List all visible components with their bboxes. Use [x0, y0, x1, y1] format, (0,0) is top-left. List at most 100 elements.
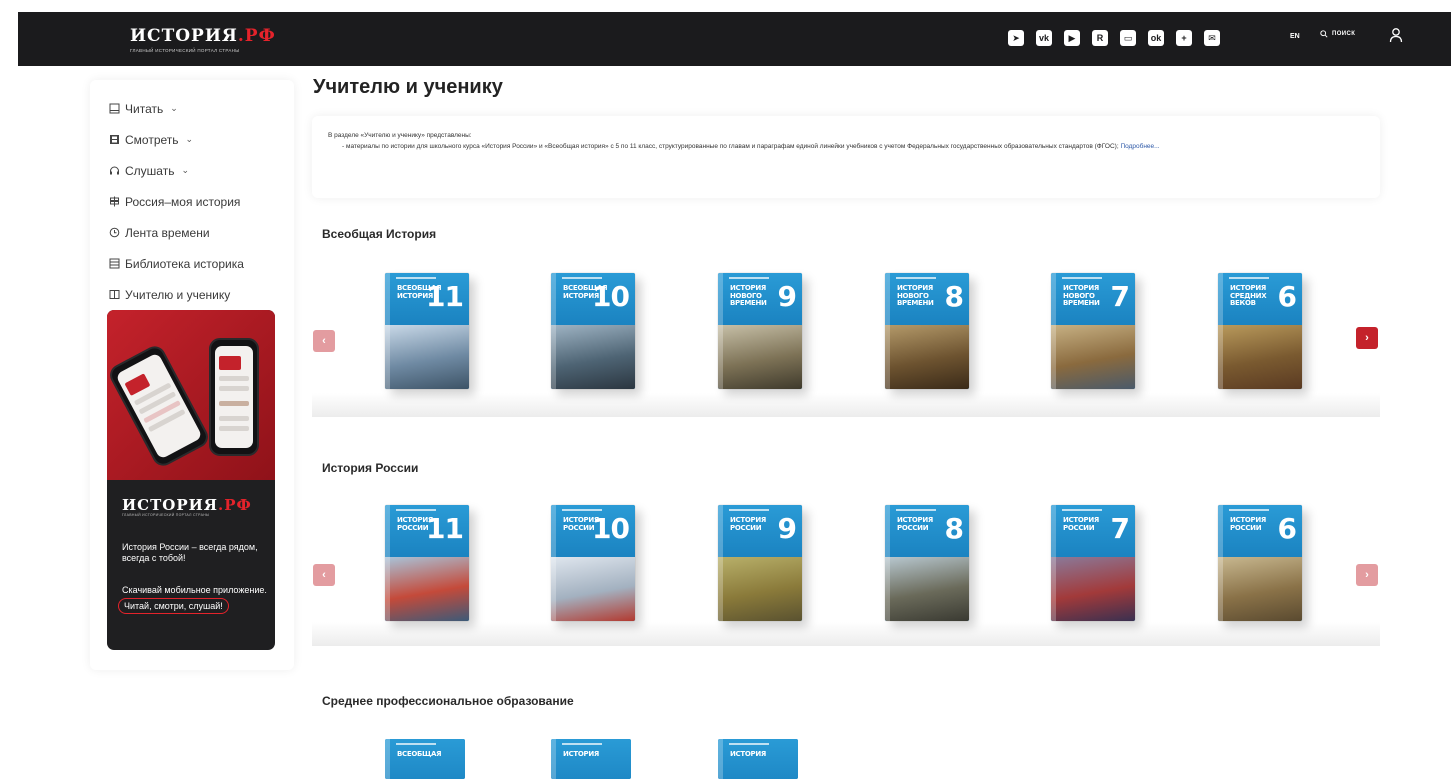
- intro-box: В разделе «Учителю и ученику» представле…: [312, 116, 1380, 198]
- book-title: ИСТОРИЯ СРЕДНИХ ВЕКОВ: [1230, 284, 1267, 307]
- search-label: ПОИСК: [1332, 31, 1356, 37]
- book-cover[interactable]: ИСТОРИЯ РОССИИ 6: [1218, 505, 1302, 621]
- search-button[interactable]: ПОИСК: [1320, 30, 1355, 38]
- video-icon[interactable]: ▭: [1120, 30, 1136, 46]
- book-icon: [108, 103, 120, 115]
- sidebar-item-label: Библиотека историка: [125, 256, 244, 271]
- logo-rf: .РФ: [237, 26, 276, 46]
- book-illustration: [551, 557, 635, 621]
- book-cover-header: [718, 739, 798, 779]
- phone-image: [209, 338, 259, 456]
- book-cover[interactable]: ВСЕОБЩАЯ ИСТОРИЯ 11: [385, 273, 469, 389]
- promo-logo-text: ИСТОРИЯ: [122, 496, 219, 514]
- book-authors-line: [562, 277, 602, 279]
- sidebar-item-read[interactable]: Читать ⌄: [108, 93, 244, 124]
- book-grade: 9: [777, 280, 798, 313]
- carousel-next-button[interactable]: ›: [1356, 564, 1378, 586]
- book-title: ИСТОРИЯ НОВОГО ВРЕМЕНИ: [730, 284, 767, 307]
- promo-logo: ИСТОРИЯ.РФ: [122, 496, 252, 514]
- book-grade: 6: [1277, 512, 1298, 545]
- site-logo[interactable]: ИСТОРИЯ.РФ главный исторический портал с…: [130, 26, 276, 53]
- book-title: ВСЕОБЩАЯ: [397, 750, 442, 758]
- sidebar-item-label: Лента времени: [125, 225, 210, 240]
- sidebar-item-library[interactable]: Библиотека историка: [108, 248, 244, 279]
- sidebar-item-russia[interactable]: Россия–моя история: [108, 186, 244, 217]
- book-title: ИСТОРИЯ НОВОГО ВРЕМЕНИ: [1063, 284, 1100, 307]
- section-title: Среднее профессиональное образование: [322, 694, 574, 708]
- book-illustration: [1218, 325, 1302, 389]
- dzen-icon[interactable]: ▶: [1064, 30, 1080, 46]
- ok-icon[interactable]: ok: [1148, 30, 1164, 46]
- user-icon[interactable]: [1389, 27, 1403, 48]
- book-title: ИСТОРИЯ: [730, 750, 767, 758]
- logo-subtitle: главный исторический портал страны: [130, 48, 240, 53]
- book-title: ИСТОРИЯ РОССИИ: [730, 516, 767, 532]
- book-illustration: [885, 325, 969, 389]
- book-illustration: [385, 557, 469, 621]
- book-cover[interactable]: ИСТОРИЯ РОССИИ 7: [1051, 505, 1135, 621]
- sidebar-item-listen[interactable]: Слушать ⌄: [108, 155, 244, 186]
- more-link[interactable]: Подробнее...: [1120, 143, 1159, 150]
- intro-lead: В разделе «Учителю и ученику» представле…: [328, 132, 472, 139]
- telegram-icon[interactable]: ➤: [1008, 30, 1024, 46]
- book-cover[interactable]: ИСТОРИЯ НОВОГО ВРЕМЕНИ 7: [1051, 273, 1135, 389]
- logo-text: ИСТОРИЯ: [130, 26, 238, 46]
- carousel-next-button[interactable]: ›: [1356, 327, 1378, 349]
- sidebar-item-teacher[interactable]: Учителю и ученику: [108, 279, 244, 310]
- book-cover[interactable]: ВСЕОБЩАЯ: [385, 739, 465, 779]
- section-title: Всеобщая История: [322, 227, 437, 241]
- book-illustration: [1218, 557, 1302, 621]
- library-icon: [108, 258, 120, 270]
- book-authors-line: [729, 277, 769, 279]
- section-title: История России: [322, 461, 419, 475]
- signpost-icon: [108, 196, 120, 208]
- book-grade: 11: [426, 512, 464, 545]
- book-cover[interactable]: ИСТОРИЯ РОССИИ 9: [718, 505, 802, 621]
- book-authors-line: [896, 509, 936, 511]
- book-authors-line: [729, 509, 769, 511]
- book-cover[interactable]: ИСТОРИЯ РОССИИ 10: [551, 505, 635, 621]
- book-cover[interactable]: ИСТОРИЯ НОВОГО ВРЕМЕНИ 8: [885, 273, 969, 389]
- book-illustration: [385, 325, 469, 389]
- carousel-shelf: [312, 393, 1380, 417]
- book-grade: 8: [944, 512, 965, 545]
- sidebar: Читать ⌄ Смотреть ⌄ Слушать ⌄ Россия–моя…: [90, 80, 294, 670]
- app-promo-banner[interactable]: ИСТОРИЯ.РФ главный исторический портал с…: [107, 310, 275, 650]
- plus-icon[interactable]: +: [1176, 30, 1192, 46]
- language-switch[interactable]: EN: [1290, 33, 1300, 40]
- sidebar-item-timeline[interactable]: Лента времени: [108, 217, 244, 248]
- headphones-icon: [108, 165, 120, 177]
- sidebar-item-label: Учителю и ученику: [125, 287, 231, 302]
- book-grade: 7: [1110, 280, 1131, 313]
- promo-text-line: История России – всегда рядом,: [122, 542, 258, 552]
- book-authors-line: [1062, 277, 1102, 279]
- book-grade: 7: [1110, 512, 1131, 545]
- carousel-prev-button[interactable]: ‹: [313, 330, 335, 352]
- carousel-prev-button[interactable]: ‹: [313, 564, 335, 586]
- book-grade: 10: [592, 280, 630, 313]
- book-cover[interactable]: ИСТОРИЯ РОССИИ 11: [385, 505, 469, 621]
- sidebar-item-watch[interactable]: Смотреть ⌄: [108, 124, 244, 155]
- mail-icon[interactable]: ✉: [1204, 30, 1220, 46]
- book-cover[interactable]: ИСТОРИЯ РОССИИ 8: [885, 505, 969, 621]
- book-authors-line: [396, 509, 436, 511]
- book-grade: 11: [426, 280, 464, 313]
- book-authors-line: [396, 277, 436, 279]
- promo-text-line: всегда с тобой!: [122, 553, 186, 563]
- promo-text-line: Скачивай мобильное приложение.: [122, 585, 267, 595]
- top-header: ИСТОРИЯ.РФ главный исторический портал с…: [0, 0, 1451, 68]
- book-cover[interactable]: ИСТОРИЯ СРЕДНИХ ВЕКОВ 6: [1218, 273, 1302, 389]
- book-illustration: [718, 325, 802, 389]
- book-authors-line: [1062, 509, 1102, 511]
- book-cover[interactable]: ИСТОРИЯ: [551, 739, 631, 779]
- intro-bullet: - материалы по истории для школьного кур…: [328, 141, 1364, 152]
- sidebar-item-label: Россия–моя история: [125, 194, 241, 209]
- sidebar-item-label: Слушать: [125, 163, 175, 178]
- book-cover[interactable]: ВСЕОБЩАЯ ИСТОРИЯ 10: [551, 273, 635, 389]
- book-cover[interactable]: ИСТОРИЯ НОВОГО ВРЕМЕНИ 9: [718, 273, 802, 389]
- book-illustration: [1051, 325, 1135, 389]
- promo-cta[interactable]: Читай, смотри, слушай!: [118, 598, 229, 614]
- vk-icon[interactable]: vk: [1036, 30, 1052, 46]
- rutube-icon[interactable]: R: [1092, 30, 1108, 46]
- book-cover[interactable]: ИСТОРИЯ: [718, 739, 798, 779]
